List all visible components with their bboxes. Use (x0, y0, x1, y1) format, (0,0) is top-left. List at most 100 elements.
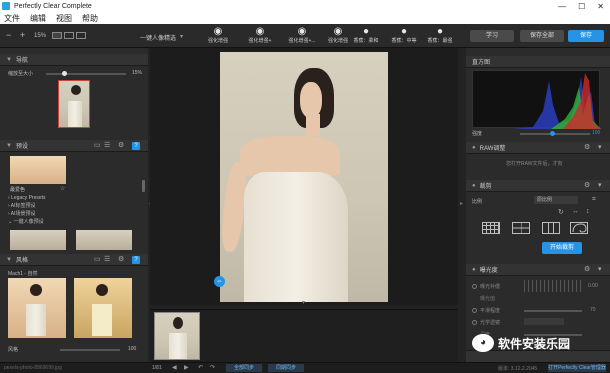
rotate-icon[interactable]: ↻ (558, 208, 564, 216)
preset-7[interactable]: ● 香蕉：最强 (420, 27, 460, 45)
help-icon[interactable]: ? (132, 142, 140, 150)
zoom-level: 15% (34, 33, 47, 39)
thirds-overlay-icon[interactable] (512, 222, 530, 234)
collapse-bottom-icon[interactable]: ▾ (302, 299, 305, 306)
chevron-down-icon[interactable]: ▾ (598, 143, 602, 151)
collapse-icon: ▼ (6, 56, 12, 63)
list-view-icon[interactable]: ☰ (104, 141, 110, 149)
spiral-overlay-icon[interactable] (570, 222, 588, 234)
zoom-out-button[interactable]: − (6, 30, 11, 40)
navigator-thumbnail[interactable] (58, 80, 90, 128)
gear-icon[interactable]: ⚙ (118, 141, 124, 149)
thumb-hair (71, 85, 81, 95)
preset-3[interactable]: ◉ 强化增强+... (282, 27, 322, 45)
minimize-button[interactable]: — (558, 2, 566, 11)
filmstrip (150, 309, 458, 362)
preset-thumbnail[interactable] (10, 156, 66, 184)
crop-ratio-select[interactable]: 原比例 (534, 196, 578, 204)
start-crop-button[interactable]: 开始裁剪 (542, 242, 582, 254)
image-canvas[interactable]: ⇔ ▾ (150, 48, 458, 306)
prev-icon[interactable]: ◀ (172, 364, 177, 371)
preset-6[interactable]: ● 香蕉：中等 (384, 27, 424, 45)
menu-file[interactable]: 文件 (4, 13, 20, 24)
chevron-down-icon[interactable]: ▾ (180, 33, 183, 40)
lens-select[interactable] (524, 318, 564, 325)
card-view-icon[interactable]: ▭ (94, 255, 101, 263)
favorite-label: 最爱色 (10, 187, 26, 193)
next-icon[interactable]: ▶ (184, 364, 189, 371)
nav-zoom-slider[interactable] (46, 73, 126, 75)
close-button[interactable]: ✕ (597, 2, 604, 11)
gear-icon[interactable]: ⚙ (584, 181, 590, 189)
gear-icon[interactable]: ⚙ (584, 143, 590, 151)
zoom-in-button[interactable]: + (20, 30, 25, 40)
compare-view-icon[interactable] (76, 32, 86, 39)
grid-overlay-icon[interactable] (482, 222, 500, 234)
tree-item[interactable]: › AI标签预设 (8, 202, 138, 210)
file-name: pexels-photo-8869699.jpg (4, 365, 62, 371)
watermark-text: 软件安装乐园 (498, 336, 571, 351)
preset-dropdown[interactable]: 一键人像精选 (140, 33, 176, 42)
histogram-header[interactable]: 直方图 (466, 56, 610, 68)
tree-item[interactable]: › Legacy Presets (8, 194, 138, 202)
menu-edit[interactable]: 编辑 (30, 13, 46, 24)
presets-header[interactable]: ▼ 预设 (0, 140, 148, 152)
list-view-icon[interactable]: ☰ (104, 255, 110, 263)
split-handle-icon[interactable]: ⇔ (214, 276, 225, 287)
split-view-icon[interactable] (64, 32, 74, 39)
gear-icon[interactable]: ⚙ (584, 265, 590, 273)
menu-view[interactable]: 视图 (56, 13, 72, 24)
look-thumbnail[interactable] (74, 278, 132, 338)
preset-1[interactable]: ◉ 强化增强 (198, 27, 238, 45)
looks-item-label: Mach1 - 自然 (8, 271, 38, 277)
look-thumbnail[interactable] (8, 278, 66, 338)
strength-knob[interactable] (550, 131, 555, 136)
preset-thumbnail[interactable] (76, 230, 132, 250)
flip-vertical-icon[interactable]: ↕ (586, 208, 590, 215)
exposure-radio[interactable] (472, 284, 477, 289)
preset-thumbnail[interactable] (10, 230, 66, 250)
save-all-button[interactable]: 保存全部 (520, 30, 564, 42)
save-button[interactable]: 保存 (568, 30, 604, 42)
star-icon[interactable]: ☆ (60, 185, 65, 192)
lens-radio[interactable] (472, 320, 477, 325)
undo-icon[interactable]: ↶ (198, 364, 203, 371)
redo-icon[interactable]: ↷ (210, 364, 215, 371)
sync-button[interactable]: 同期同步 (268, 364, 304, 372)
sync-all-button[interactable]: 全部同步 (226, 364, 262, 372)
smooth-slider[interactable] (524, 310, 582, 312)
tree-item[interactable]: ⌄ 一键人像预设 (8, 218, 138, 226)
maximize-button[interactable]: ☐ (578, 2, 585, 11)
crop-icon[interactable]: ⌗ (592, 196, 596, 204)
golden-overlay-icon[interactable] (542, 222, 560, 234)
photo-shoulders (240, 136, 340, 176)
help-icon[interactable]: ? (132, 256, 140, 264)
chevron-down-icon[interactable]: ▾ (598, 265, 602, 273)
navigator-header[interactable]: ▼ 导航 (0, 54, 148, 66)
exposure-value: 0.00 (588, 283, 598, 289)
look-strength-slider[interactable] (60, 349, 120, 351)
tree-item[interactable]: › AI场景预设 (8, 210, 138, 218)
right-panel: 直方图 强度 100 ● RAW调整 ⚙ ▾ 您打开RAW文件后，才有 ● 裁剪… (466, 48, 610, 362)
single-view-icon[interactable] (52, 32, 62, 39)
open-manager-button[interactable]: 打开Perfectly Clear管理器 (548, 364, 606, 372)
nav-zoom-knob[interactable] (62, 71, 67, 76)
preset-2[interactable]: ◉ 强化增强+ (240, 27, 280, 45)
exposure-ruler[interactable] (524, 280, 582, 292)
flip-horizontal-icon[interactable]: ↔ (572, 208, 579, 215)
presets-scrollbar[interactable] (142, 180, 145, 192)
preset-5[interactable]: ● 香蕉：柔和 (346, 27, 386, 45)
chevron-down-icon[interactable]: ▾ (598, 181, 602, 189)
collapse-right-icon[interactable]: ▸ (460, 200, 463, 207)
smooth-radio[interactable] (472, 308, 477, 313)
title-bar: Perfectly Clear Complete — ☐ ✕ (0, 0, 610, 12)
strength-slider[interactable] (520, 133, 590, 135)
learn-button[interactable]: 学习 (470, 30, 514, 42)
film-thumbnail[interactable] (154, 312, 200, 360)
gear-icon[interactable]: ⚙ (118, 255, 124, 263)
menu-help[interactable]: 帮助 (82, 13, 98, 24)
preset-tree: › Legacy Presets › AI标签预设 › AI场景预设 ⌄ 一键人… (8, 194, 138, 226)
card-view-icon[interactable]: ▭ (94, 141, 101, 149)
looks-header[interactable]: ▼ 风格 (0, 254, 148, 266)
thumb-dress (26, 304, 46, 336)
